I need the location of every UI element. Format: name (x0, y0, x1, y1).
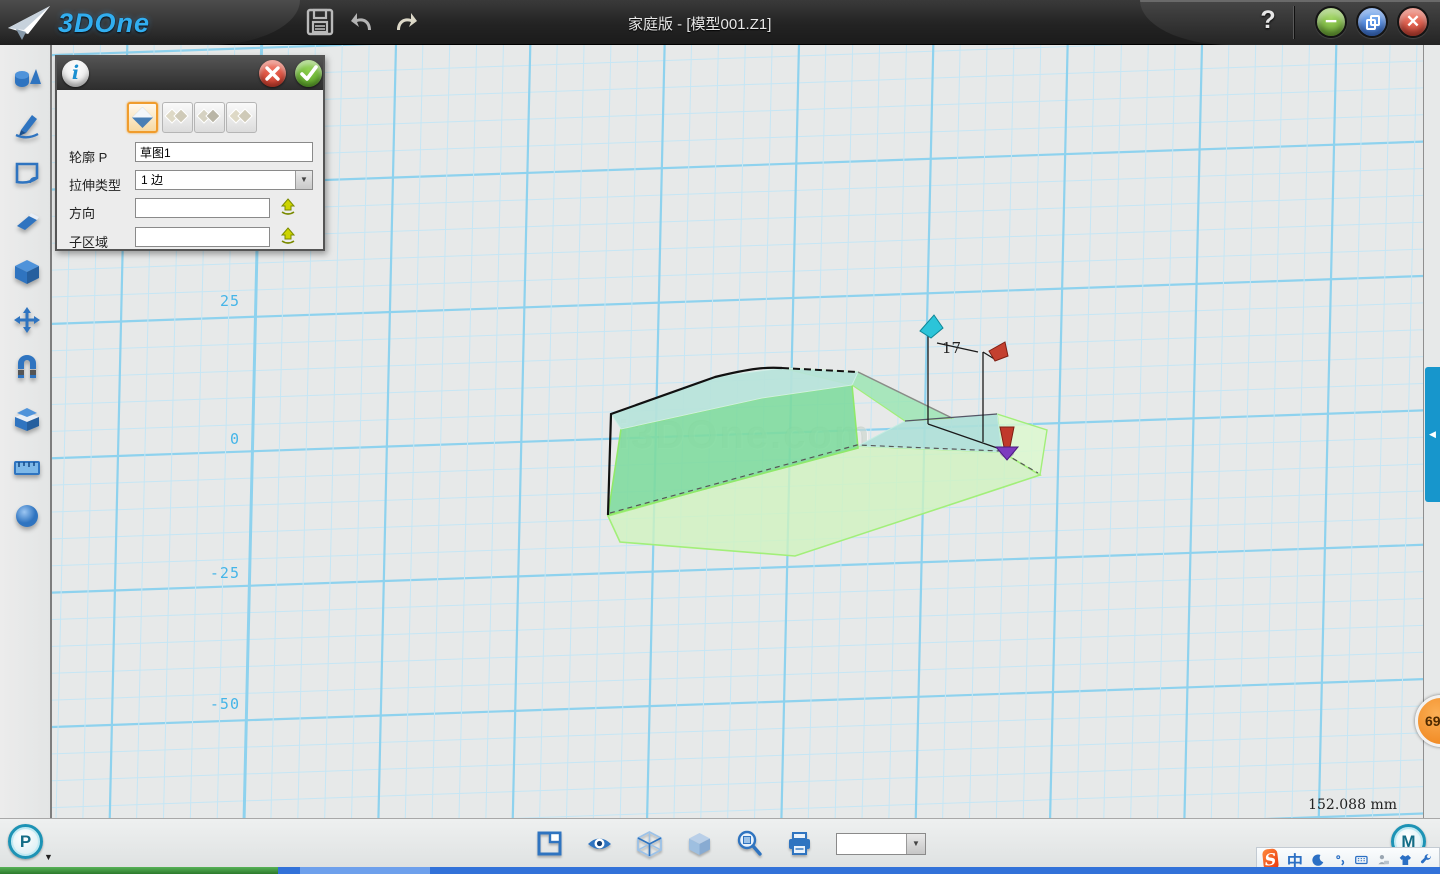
title-bar: 3DOne 家庭版 - [模型001.Z1] ? − ✕ (0, 0, 1440, 45)
direction-label: 方向 (69, 203, 95, 222)
axis-label-minus25: -25 (194, 564, 240, 582)
extrude-type-select[interactable]: 1 边 ▼ (135, 170, 313, 190)
render-sphere-icon[interactable] (13, 502, 41, 530)
axis-label-minus50: -50 (194, 695, 240, 713)
combo-arrow-icon[interactable]: ▼ (906, 834, 925, 854)
app-name: 3DOne (58, 8, 150, 39)
zoom-search-icon[interactable] (736, 830, 763, 857)
eraser-edit-icon[interactable] (13, 208, 41, 236)
collapse-arrow-icon: ◀ (1429, 429, 1436, 440)
extrude-tab-2[interactable] (162, 102, 193, 133)
user-account-icon[interactable] (1377, 851, 1390, 869)
help-button[interactable]: ? (1255, 6, 1281, 36)
cancel-x-icon (259, 60, 286, 87)
subregion-label: 子区域 (69, 232, 108, 251)
ok-check-icon (295, 60, 322, 87)
wireframe-display-icon[interactable] (636, 830, 663, 857)
print-icon[interactable] (786, 830, 813, 857)
ok-button[interactable] (295, 60, 322, 87)
window-title: 家庭版 - [模型001.Z1] (628, 13, 771, 34)
extrude-tab-1[interactable] (127, 102, 158, 133)
os-taskbar-sliver[interactable] (0, 867, 1440, 874)
minimize-button[interactable]: − (1315, 6, 1347, 38)
tools-wrench-icon[interactable] (1420, 851, 1433, 869)
sketch-pencil-icon[interactable] (13, 111, 41, 139)
cancel-button[interactable] (259, 60, 286, 87)
double-diamond-icon (163, 103, 190, 130)
view-tools: ▼ (536, 830, 926, 857)
restore-button[interactable] (1356, 6, 1388, 38)
app-logo: 3DOne (6, 4, 150, 42)
feature-cube-icon[interactable] (13, 257, 41, 285)
extrude-tab-4[interactable] (226, 102, 257, 133)
property-badge[interactable]: P (8, 824, 43, 859)
plane-corner-icon[interactable] (536, 830, 563, 857)
visibility-eye-icon[interactable] (586, 830, 613, 857)
taskbar-start-segment[interactable] (0, 867, 278, 874)
punctuation-icon[interactable] (1334, 851, 1347, 869)
extrude-dialog: i 轮廓 P (55, 55, 325, 251)
subregion-input[interactable] (135, 227, 270, 247)
axis-label-25: 25 (194, 292, 240, 310)
diamond-icon (129, 104, 156, 131)
dimension-value: 17 (942, 339, 961, 357)
close-button[interactable]: ✕ (1397, 6, 1429, 38)
skin-shirt-icon[interactable] (1399, 851, 1412, 869)
titlebar-divider (1293, 6, 1294, 39)
axis-label-0: 0 (194, 430, 240, 448)
view-preset-select[interactable]: ▼ (836, 833, 926, 855)
double-diamond-icon (227, 103, 254, 130)
undo-icon[interactable] (349, 8, 377, 36)
double-diamond-icon (195, 103, 222, 130)
direction-input[interactable] (135, 198, 270, 218)
bottom-toolbar: P ▼ (0, 818, 1440, 867)
keyboard-icon[interactable] (1355, 851, 1368, 869)
extrude-type-label: 拉伸类型 (69, 175, 121, 194)
save-icon[interactable] (306, 8, 334, 36)
profile-input[interactable] (135, 142, 313, 162)
surface-sheet-icon[interactable] (13, 159, 41, 187)
info-icon[interactable]: i (62, 60, 89, 87)
restore-icon-front (1370, 15, 1380, 26)
pick-direction-icon[interactable] (279, 198, 297, 216)
profile-label: 轮廓 P (69, 147, 107, 166)
right-edge-strip: ◀ 69 (1425, 45, 1440, 818)
dropdown-arrow-icon[interactable]: ▼ (295, 171, 312, 189)
paper-plane-icon (6, 4, 52, 42)
scale-readout: 152.088 mm (1308, 797, 1397, 813)
extrude-type-value: 1 边 (141, 173, 163, 187)
titlebar-right-swoosh (1140, 0, 1440, 45)
move-arrows-icon[interactable] (13, 306, 41, 334)
redo-icon[interactable] (391, 8, 419, 36)
measure-ruler-icon[interactable] (13, 453, 41, 481)
dialog-header[interactable]: i (57, 57, 323, 90)
left-toolbar (0, 45, 52, 819)
extruded-solid[interactable] (608, 368, 1047, 556)
start-flag-handle[interactable] (920, 315, 943, 338)
pick-subregion-icon[interactable] (279, 227, 297, 245)
magnet-icon[interactable] (13, 355, 41, 383)
moon-icon[interactable] (1312, 851, 1325, 869)
panel-collapse-tab[interactable]: ◀ (1425, 367, 1440, 502)
extrude-tab-3[interactable] (194, 102, 225, 133)
taskbar-active-segment[interactable] (300, 867, 430, 874)
shaded-display-icon[interactable] (686, 830, 713, 857)
assembly-box-icon[interactable] (13, 404, 41, 432)
primitives-icon[interactable] (13, 63, 41, 91)
badge-caret-icon[interactable]: ▼ (44, 852, 53, 862)
